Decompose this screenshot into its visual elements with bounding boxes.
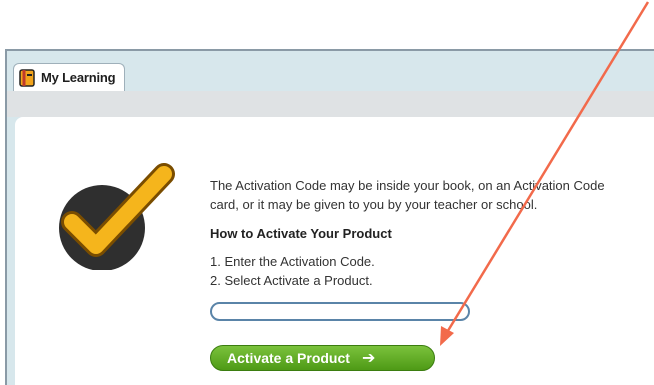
header-band [7, 91, 654, 117]
tab-strip: My Learning [7, 51, 654, 91]
step-2: 2. Select Activate a Product. [210, 273, 373, 288]
step-1: 1. Enter the Activation Code. [210, 254, 375, 269]
tab-my-learning[interactable]: My Learning [13, 63, 125, 91]
activate-product-button[interactable]: Activate a Product ➔ [210, 345, 435, 371]
checkmark-icon [59, 163, 175, 270]
arrow-right-icon: ➔ [361, 350, 376, 367]
activate-button-label: Activate a Product [227, 350, 350, 366]
how-to-heading: How to Activate Your Product [210, 226, 392, 241]
tab-label: My Learning [41, 70, 116, 85]
steps-list: 1. Enter the Activation Code. 2. Select … [210, 252, 630, 290]
book-icon [19, 68, 35, 87]
intro-text: The Activation Code may be inside your b… [210, 178, 605, 212]
instructions: The Activation Code may be inside your b… [210, 176, 630, 290]
activation-code-input[interactable] [210, 302, 470, 321]
